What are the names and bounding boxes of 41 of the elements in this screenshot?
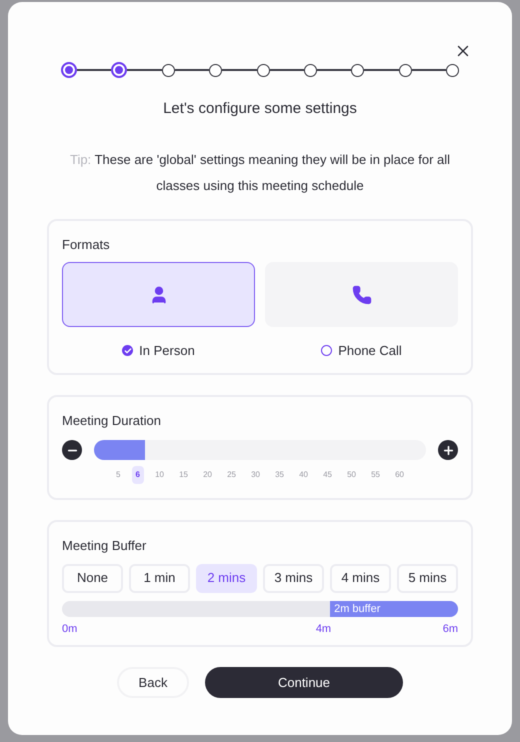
radio[interactable]	[122, 345, 134, 356]
phone-icon	[352, 284, 372, 304]
option-label: Phone Call	[338, 342, 402, 360]
card-title: Meeting Buffer	[62, 537, 148, 555]
buffer-fill: 2m buffer	[330, 600, 458, 616]
decrease-button[interactable]	[62, 440, 82, 460]
duration-tick[interactable]: 40	[295, 466, 312, 484]
scale-label: 4m	[316, 622, 332, 636]
duration-tick[interactable]: 50	[343, 466, 360, 484]
buffer-option[interactable]: None	[62, 564, 123, 592]
check-icon	[124, 346, 132, 355]
duration-tick[interactable]: 30	[247, 466, 264, 484]
buffer-option[interactable]: 4 mins	[330, 564, 391, 592]
buffer-option[interactable]: 1 min	[129, 564, 190, 592]
dialog-heading: Let's configure some settings	[163, 99, 357, 119]
buffer-option[interactable]: 2 mins	[196, 564, 257, 592]
duration-track[interactable]	[94, 440, 426, 460]
duration-tick[interactable]: 45	[319, 466, 336, 484]
buffer-option[interactable]: 5 mins	[397, 564, 458, 592]
format-option[interactable]	[62, 262, 255, 327]
duration-tick[interactable]: 20	[199, 466, 216, 484]
duration-tick[interactable]: 25	[223, 466, 240, 484]
duration-tick[interactable]: 6	[132, 466, 144, 484]
duration-tick[interactable]: 10	[151, 466, 168, 484]
scale-label: 0m	[62, 622, 78, 636]
increase-button[interactable]	[438, 440, 458, 460]
card-title: Formats	[62, 236, 111, 254]
scale-label: 6m	[442, 622, 458, 636]
back-button[interactable]: Back	[117, 667, 189, 698]
duration-tick[interactable]: 60	[391, 466, 408, 484]
plus-icon	[442, 444, 454, 456]
continue-button[interactable]: Continue	[205, 667, 403, 698]
option-label: In Person	[139, 342, 195, 360]
tip-text: Tip: These are 'global' settings meaning they will be in place for all classes using this meeting schedule	[68, 150, 452, 195]
radio[interactable]	[321, 345, 332, 356]
buffer-option[interactable]: 3 mins	[263, 564, 324, 592]
duration-tick[interactable]: 55	[367, 466, 384, 484]
duration-tick[interactable]: 5	[112, 466, 124, 484]
duration-tick[interactable]: 15	[175, 466, 192, 484]
duration-tick[interactable]: 35	[271, 466, 288, 484]
card-title: Meeting Duration	[62, 412, 162, 430]
